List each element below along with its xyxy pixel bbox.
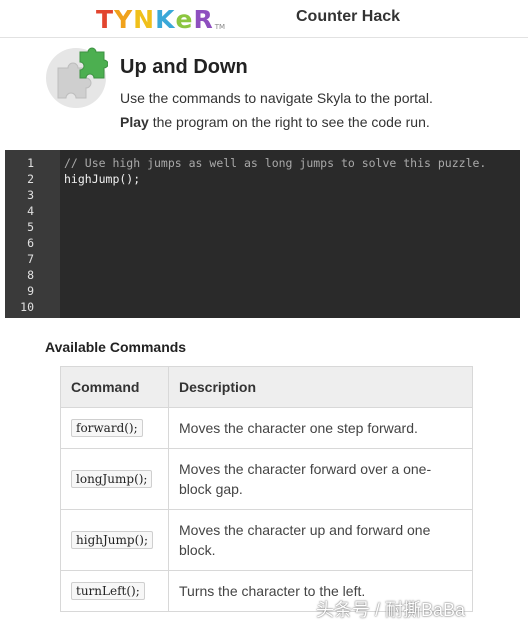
line-number: 2 (27, 172, 34, 186)
code-line[interactable] (64, 283, 514, 299)
line-number: 1 (27, 156, 34, 170)
code-editor[interactable]: 1 2 3 4 5 6 7 8 9 10 // Use high jumps a… (5, 150, 520, 318)
lesson-instructions: Use the commands to navigate Skyla to th… (120, 90, 433, 106)
column-header-description: Description (168, 366, 473, 408)
code-line[interactable]: highJump(); (64, 171, 514, 187)
code-line[interactable] (64, 251, 514, 267)
line-number: 8 (27, 268, 34, 282)
command-code: turnLeft(); (71, 582, 145, 600)
page-title: Counter Hack (296, 8, 401, 25)
tynker-logo[interactable]: T Y N K e R TM (96, 5, 225, 33)
command-code: highJump(); (71, 531, 153, 549)
command-cell: forward(); (60, 407, 169, 449)
command-code: longJump(); (71, 470, 153, 488)
logo-letter: N (133, 5, 156, 34)
command-cell: highJump(); (60, 509, 169, 571)
logo-letter: Y (114, 5, 134, 34)
code-line[interactable] (64, 187, 514, 203)
line-number: 4 (27, 204, 34, 218)
play-keyword: Play (120, 114, 149, 130)
table-row: forward(); Moves the character one step … (60, 407, 473, 449)
app-header: T Y N K e R TM Counter Hack (0, 0, 528, 38)
line-number: 3 (27, 188, 34, 202)
table-header-row: Command Description (60, 366, 473, 408)
code-line[interactable] (64, 267, 514, 283)
code-line[interactable] (64, 219, 514, 235)
command-cell: longJump(); (60, 448, 169, 510)
line-number: 5 (27, 220, 34, 234)
command-cell: turnLeft(); (60, 570, 169, 612)
code-line[interactable] (64, 203, 514, 219)
table-row: highJump(); Moves the character up and f… (60, 509, 473, 571)
description-cell: Moves the character forward over a one-b… (168, 448, 473, 510)
line-number: 10 (20, 300, 34, 314)
logo-letter: K (155, 5, 176, 34)
code-line[interactable] (64, 299, 514, 315)
code-line[interactable]: // Use high jumps as well as long jumps … (64, 155, 514, 171)
description-cell: Moves the character up and forward one b… (168, 509, 473, 571)
available-commands-heading: Available Commands (45, 339, 187, 355)
code-area[interactable]: // Use high jumps as well as long jumps … (64, 155, 514, 315)
column-header-command: Command (60, 366, 169, 408)
table-row: longJump(); Moves the character forward … (60, 448, 473, 510)
lesson-play-hint: Play the program on the right to see the… (120, 114, 430, 130)
puzzle-piece-icon (44, 46, 109, 110)
play-hint-text: the program on the right to see the code… (148, 114, 430, 130)
line-number-gutter: 1 2 3 4 5 6 7 8 9 10 (5, 150, 60, 318)
logo-letter: e (175, 5, 194, 34)
code-line[interactable] (64, 235, 514, 251)
line-number: 7 (27, 252, 34, 266)
logo-trademark: TM (214, 23, 226, 31)
description-cell: Moves the character one step forward. (168, 407, 473, 449)
line-number: 6 (27, 236, 34, 250)
logo-letter: T (96, 5, 115, 34)
commands-table: Command Description forward(); Moves the… (60, 366, 473, 612)
lesson-title: Up and Down (120, 56, 248, 78)
logo-letter: R (193, 5, 214, 34)
source-watermark: 头条号 / 耐撕BaBa (316, 600, 466, 620)
line-number: 9 (27, 284, 34, 298)
command-code: forward(); (71, 419, 143, 437)
